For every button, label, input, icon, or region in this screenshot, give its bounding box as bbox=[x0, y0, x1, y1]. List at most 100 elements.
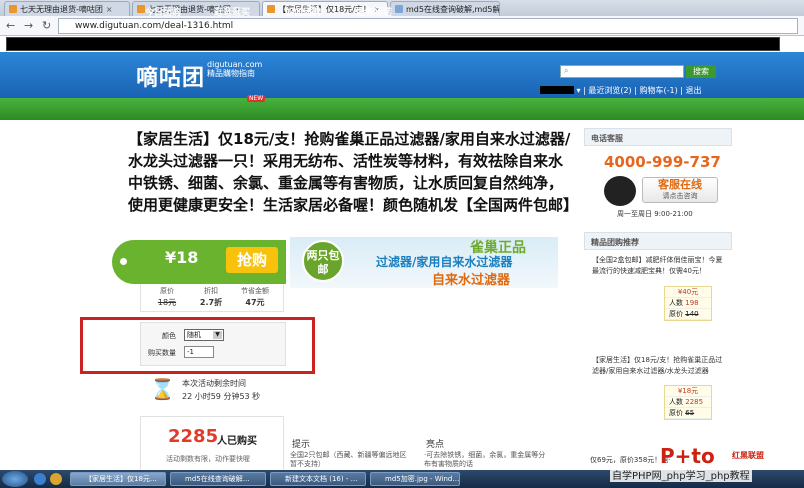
recommend-item-title[interactable]: 【全国2盒包邮】减肥纤体俏佳丽宝！今夏最流行的快速减肥宝典！仅需40元！ bbox=[592, 255, 726, 277]
shipping-bubble: 两只包邮 bbox=[302, 240, 344, 282]
rec-price: ¥18元 bbox=[665, 386, 711, 397]
address-bar-row: ← → ↻ www.digutuan.com/deal-1316.html bbox=[0, 16, 804, 36]
rec-people-label: 人数 bbox=[669, 299, 683, 307]
recommend-item-title[interactable]: 【家居生活】仅18元/支！抢购雀巢正品过滤器/家用自来水过滤器/水龙头过滤器 bbox=[592, 355, 726, 377]
watermark-tag: 红黑联盟 bbox=[732, 451, 764, 460]
buy-button[interactable]: 抢购 bbox=[226, 247, 278, 273]
folder-icon[interactable] bbox=[50, 473, 62, 485]
stat-saving: 节省金额 47元 bbox=[235, 286, 275, 308]
favicon-icon bbox=[267, 5, 275, 13]
logo-domain: digutuan.com bbox=[207, 60, 263, 69]
highlight-box bbox=[80, 317, 315, 374]
search-button[interactable]: 搜索 bbox=[686, 65, 716, 78]
search-input[interactable]: ⌕ bbox=[560, 65, 684, 78]
watermark-text: 自学PHP网_php学习_php教程 bbox=[610, 467, 752, 482]
tips-text2: 暂不支持） bbox=[290, 460, 325, 468]
recommend-price-box: ¥18元 人数 2285 原价 65 bbox=[664, 385, 712, 420]
stat-discount: 折扣 2.7折 bbox=[191, 286, 231, 308]
recent-link[interactable]: 最近浏览(2) bbox=[588, 86, 631, 95]
buyers-label: 人已购买 bbox=[217, 436, 257, 447]
stat-original: 原价 18元 bbox=[147, 286, 187, 308]
favicon-icon bbox=[395, 5, 403, 13]
nav-promise[interactable]: 服务承诺 bbox=[356, 5, 392, 18]
watermark-logo: P+to bbox=[660, 444, 715, 468]
service-hours: 周一至周日 9:00-21:00 bbox=[617, 210, 693, 218]
tips-text1: 全国2只包邮（西藏、新疆等偏远地区 bbox=[290, 451, 407, 459]
browser-tab[interactable]: 七天无理由退货-嘀咕团 × bbox=[4, 1, 130, 16]
forward-icon[interactable]: → bbox=[24, 19, 33, 32]
buyers-note: 活动剩数有限，动作要快喔 bbox=[166, 455, 250, 463]
rec-orig-label: 原价 bbox=[669, 310, 683, 318]
rec-people: 人数 2285 bbox=[665, 397, 711, 408]
stat-label: 折扣 bbox=[204, 287, 218, 295]
rec-people: 人数 198 bbox=[665, 298, 711, 309]
service-phone: 4000-999-737 bbox=[604, 153, 721, 171]
user-links: ▾ | 最近浏览(2) | 购物车(-1) | 退出 bbox=[540, 85, 701, 96]
stat-label: 原价 bbox=[160, 287, 174, 295]
tab-label: 七天无理由退货-嘀咕团 bbox=[20, 5, 103, 14]
tips-title: 提示 bbox=[292, 440, 311, 450]
stat-value: 47元 bbox=[245, 298, 265, 307]
site-header: 嘀咕团digutuan.com 精品購物指南 ⌕ 搜索 ▾ | 最近浏览(2) |… bbox=[0, 52, 804, 98]
highlights-text2: 布有害物质的话 bbox=[424, 460, 473, 468]
taskbar-item[interactable]: md5在线查询破解… bbox=[170, 472, 266, 486]
online-service-button[interactable]: 客服在线 请点击咨询 bbox=[642, 177, 718, 203]
rec-orig: 原价 140 bbox=[665, 309, 711, 320]
ie-icon[interactable] bbox=[34, 473, 46, 485]
online-label: 客服在线 bbox=[658, 178, 702, 191]
rec-orig-value: 140 bbox=[685, 310, 699, 318]
rec-orig-value: 65 bbox=[685, 409, 695, 417]
buyers-count: 2285 bbox=[168, 426, 219, 447]
taskbar-item[interactable]: 新建文本文档 (16) - … bbox=[270, 472, 366, 486]
stat-label: 节省金额 bbox=[241, 287, 269, 295]
rec-people-value: 2285 bbox=[685, 398, 704, 406]
rec-people-value: 198 bbox=[685, 299, 699, 307]
nav-browse[interactable]: 逛逛逛买 bbox=[214, 5, 250, 18]
logo-slogan: 精品購物指南 bbox=[207, 69, 256, 78]
back-icon[interactable]: ← bbox=[6, 19, 15, 32]
redacted-username bbox=[540, 86, 574, 94]
hourglass-icon: ⌛ bbox=[150, 377, 175, 401]
recommend-header: 精品团购推荐 bbox=[584, 232, 732, 250]
stat-value: 18元 bbox=[157, 298, 177, 307]
banner-line2: 过滤器/家用自来水过滤器 bbox=[376, 255, 513, 269]
tag-hole-icon bbox=[120, 258, 127, 265]
deal-price: ¥18 bbox=[165, 248, 199, 267]
recommend-price-box: ¥40元 人数 198 原价 140 bbox=[664, 286, 712, 321]
deal-title: 【家居生活】仅18元/支！抢购雀巢正品过滤器/家用自来水过滤器/水龙头过滤器一只… bbox=[128, 130, 579, 214]
rec-orig-label: 原价 bbox=[669, 409, 683, 417]
redacted-bar bbox=[6, 37, 780, 51]
favicon-icon bbox=[137, 5, 145, 13]
banner-line3: 自来水过滤器 bbox=[432, 273, 511, 288]
nav-how[interactable]: 如何团购 bbox=[285, 5, 321, 18]
favicon-icon bbox=[9, 5, 17, 13]
timer-value: 22 小时59 分钟53 秒 bbox=[182, 392, 261, 401]
highlights-text1: ·可去除铁锈，细菌，余氯，重金属等分 bbox=[424, 451, 546, 459]
taskbar-item[interactable]: md5加密.jpg - Wind… bbox=[370, 472, 460, 486]
site-logo[interactable]: 嘀咕团digutuan.com 精品購物指南 bbox=[136, 60, 262, 92]
taskbar-item[interactable]: 【家居生活】仅18元… bbox=[70, 472, 166, 486]
rec-price: ¥40元 bbox=[665, 287, 711, 298]
cart-link[interactable]: 购物车(-1) bbox=[639, 86, 677, 95]
recommend-item-title[interactable]: 仅69元，原价358元！电子鼻宁… bbox=[590, 455, 670, 466]
main-nav bbox=[0, 98, 804, 120]
start-button[interactable] bbox=[2, 471, 28, 487]
qq-penguin-icon bbox=[604, 176, 636, 206]
new-badge: NEW bbox=[247, 95, 266, 102]
tab-label: md5在线查询破解,md5解 bbox=[406, 5, 500, 14]
browser-tab[interactable]: md5在线查询破解,md5解× bbox=[390, 1, 500, 16]
timer-label: 本次活动剩余时间 bbox=[182, 379, 246, 388]
logout-link[interactable]: 退出 bbox=[685, 86, 701, 95]
online-sublabel: 请点击咨询 bbox=[662, 192, 698, 200]
stat-value: 2.7折 bbox=[199, 298, 223, 307]
rec-people-label: 人数 bbox=[669, 398, 683, 406]
url-text: www.digutuan.com/deal-1316.html bbox=[75, 21, 234, 31]
rec-orig: 原价 65 bbox=[665, 408, 711, 419]
service-header: 电话客服 bbox=[584, 128, 732, 146]
nav-today[interactable]: 今日团购 bbox=[145, 5, 181, 18]
url-field[interactable]: www.digutuan.com/deal-1316.html bbox=[58, 18, 798, 34]
close-icon[interactable]: × bbox=[106, 5, 113, 14]
reload-icon[interactable]: ↻ bbox=[42, 19, 51, 32]
logo-text: 嘀咕团 bbox=[136, 66, 206, 91]
search-icon: ⌕ bbox=[564, 66, 569, 75]
